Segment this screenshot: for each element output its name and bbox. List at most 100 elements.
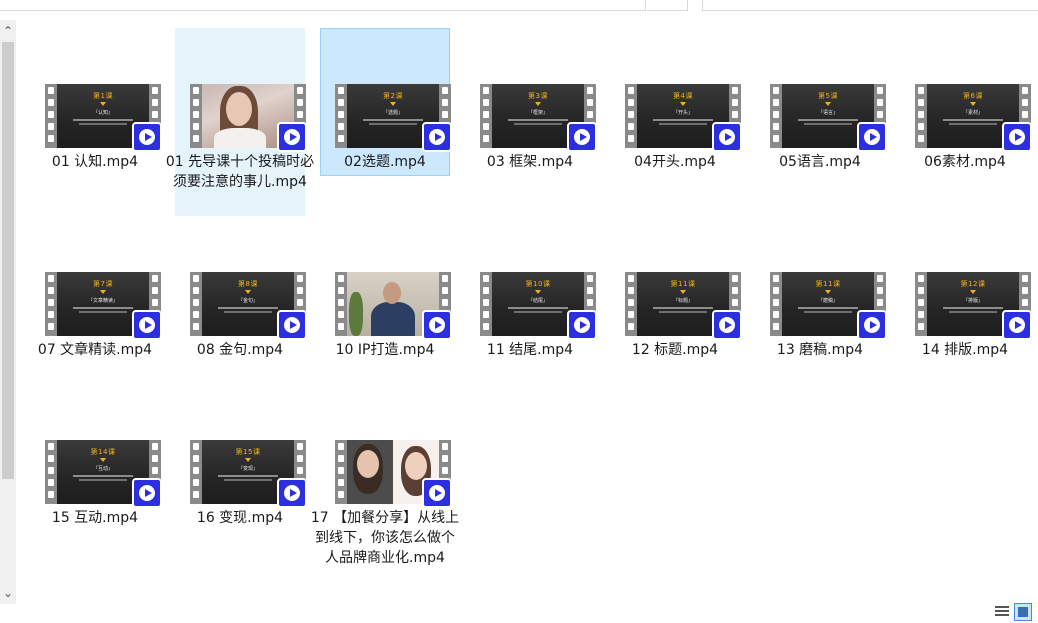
film-strip bbox=[190, 440, 202, 504]
lesson-marker bbox=[535, 102, 541, 106]
lesson-number: 第7课 bbox=[93, 280, 113, 288]
thumbnail-caption-line bbox=[798, 307, 858, 309]
chevron-down-icon[interactable]: ⌄ bbox=[0, 584, 16, 602]
film-strip bbox=[480, 84, 492, 148]
person-shirt bbox=[214, 128, 266, 148]
film-strip bbox=[335, 440, 347, 504]
lesson-topic: 『排版』 bbox=[962, 298, 983, 304]
file-name-label[interactable]: 10 IP打造.mp4 bbox=[310, 340, 460, 360]
file-name-label[interactable]: 05语言.mp4 bbox=[745, 152, 895, 172]
file-name-label[interactable]: 08 金句.mp4 bbox=[165, 340, 315, 360]
file-name-label[interactable]: 07 文章精读.mp4 bbox=[20, 340, 170, 360]
film-strip bbox=[335, 272, 347, 336]
lesson-number: 第5课 bbox=[818, 92, 838, 100]
search-box[interactable] bbox=[702, 0, 1038, 11]
lesson-marker bbox=[825, 102, 831, 106]
view-switcher bbox=[994, 603, 1034, 621]
file-name-label[interactable]: 02选题.mp4 bbox=[310, 152, 460, 172]
lesson-number: 第12课 bbox=[960, 280, 986, 288]
address-bar[interactable] bbox=[0, 0, 646, 11]
thumbnail-caption-line bbox=[73, 119, 133, 121]
lesson-number: 第6课 bbox=[963, 92, 983, 100]
lesson-marker bbox=[680, 102, 686, 106]
lesson-marker bbox=[100, 458, 106, 462]
scrollbar-thumb[interactable] bbox=[2, 42, 14, 479]
play-icon bbox=[1015, 133, 1022, 141]
lesson-topic: 『互动』 bbox=[92, 466, 113, 472]
lesson-number: 第11课 bbox=[815, 280, 841, 288]
thumbnail-caption-line bbox=[79, 479, 127, 481]
thumbnail-caption-line bbox=[798, 119, 858, 121]
video-player-app-icon bbox=[567, 122, 597, 152]
thumbnail-caption-line bbox=[949, 311, 997, 313]
lesson-marker bbox=[535, 290, 541, 294]
lesson-topic: 『开头』 bbox=[672, 110, 693, 116]
video-player-app-icon bbox=[1002, 310, 1032, 340]
play-icon bbox=[870, 321, 877, 329]
lesson-number: 第14课 bbox=[90, 448, 116, 456]
file-name-label[interactable]: 03 框架.mp4 bbox=[455, 152, 605, 172]
play-icon bbox=[725, 321, 732, 329]
lesson-number: 第1课 bbox=[93, 92, 113, 100]
file-name-label[interactable]: 01 认知.mp4 bbox=[20, 152, 170, 172]
play-icon bbox=[435, 489, 442, 497]
lesson-number: 第3课 bbox=[528, 92, 548, 100]
lesson-number: 第11课 bbox=[670, 280, 696, 288]
thumbnail-caption-line bbox=[79, 123, 127, 125]
file-name-label[interactable]: 04开头.mp4 bbox=[600, 152, 750, 172]
thumbnail-caption-line bbox=[949, 123, 997, 125]
vertical-scrollbar[interactable]: ⌃ ⌄ bbox=[0, 20, 16, 604]
person-body bbox=[371, 302, 415, 336]
file-name-label[interactable]: 12 标题.mp4 bbox=[600, 340, 750, 360]
lesson-number: 第2课 bbox=[383, 92, 403, 100]
person-face bbox=[226, 92, 252, 126]
lesson-marker bbox=[970, 290, 976, 294]
chevron-up-icon[interactable]: ⌃ bbox=[0, 22, 16, 40]
video-player-app-icon bbox=[277, 478, 307, 508]
thumbnail-caption-line bbox=[218, 307, 278, 309]
film-strip bbox=[190, 272, 202, 336]
film-strip bbox=[45, 440, 57, 504]
thumbnail-caption-line bbox=[659, 123, 707, 125]
lesson-number: 第15课 bbox=[235, 448, 261, 456]
lesson-marker bbox=[100, 102, 106, 106]
lesson-marker bbox=[100, 290, 106, 294]
lesson-marker bbox=[825, 290, 831, 294]
lesson-marker bbox=[390, 102, 396, 106]
file-name-label[interactable]: 16 变现.mp4 bbox=[165, 508, 315, 528]
play-icon bbox=[435, 321, 442, 329]
file-name-label[interactable]: 11 结尾.mp4 bbox=[455, 340, 605, 360]
file-name-label[interactable]: 17 【加餐分享】从线上到线下，你该怎么做个人品牌商业化.mp4 bbox=[310, 508, 460, 568]
thumbnail-caption-line bbox=[508, 307, 568, 309]
file-name-label[interactable]: 15 互动.mp4 bbox=[20, 508, 170, 528]
thumbnail-caption-line bbox=[73, 307, 133, 309]
thumbnail-caption-line bbox=[514, 311, 562, 313]
lesson-number: 第4课 bbox=[673, 92, 693, 100]
thumbnail-caption-line bbox=[218, 475, 278, 477]
file-name-label[interactable]: 06素材.mp4 bbox=[890, 152, 1038, 172]
lesson-number: 第10课 bbox=[525, 280, 551, 288]
large-icons-view-icon[interactable] bbox=[1014, 603, 1032, 621]
file-grid: 第1课 『认知』 01 认知.mp4 01 先导课十个投稿时必须要注意的事儿.mp4 第… bbox=[30, 28, 1038, 603]
file-name-label[interactable]: 14 排版.mp4 bbox=[890, 340, 1038, 360]
lesson-marker bbox=[680, 290, 686, 294]
video-player-app-icon bbox=[857, 122, 887, 152]
refresh-button[interactable] bbox=[647, 0, 688, 11]
play-icon bbox=[580, 321, 587, 329]
thumbnail-caption-line bbox=[659, 311, 707, 313]
video-player-app-icon bbox=[277, 122, 307, 152]
film-strip bbox=[915, 272, 927, 336]
video-player-app-icon bbox=[422, 478, 452, 508]
details-view-icon[interactable] bbox=[994, 605, 1010, 619]
video-player-app-icon bbox=[712, 310, 742, 340]
lesson-topic: 『语言』 bbox=[817, 110, 838, 116]
film-strip bbox=[915, 84, 927, 148]
file-name-label[interactable]: 01 先导课十个投稿时必须要注意的事儿.mp4 bbox=[165, 152, 315, 192]
play-icon bbox=[145, 489, 152, 497]
top-toolbar-strip bbox=[0, 0, 1038, 12]
file-name-label[interactable]: 13 磨稿.mp4 bbox=[745, 340, 895, 360]
video-player-app-icon bbox=[132, 310, 162, 340]
thumbnail-caption-line bbox=[79, 311, 127, 313]
film-strip bbox=[625, 272, 637, 336]
play-icon bbox=[1015, 321, 1022, 329]
